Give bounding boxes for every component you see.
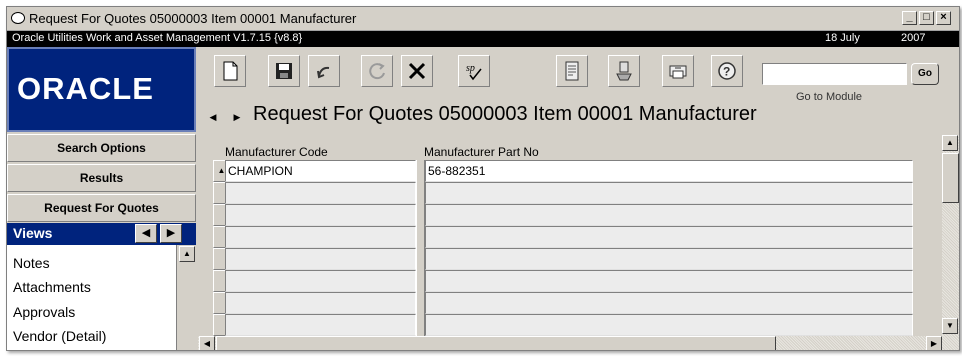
save-icon xyxy=(276,63,292,79)
save-button[interactable] xyxy=(268,55,300,87)
view-item-approvals[interactable]: Approvals xyxy=(13,304,75,320)
undo-icon xyxy=(317,66,330,79)
nav-search-options[interactable]: Search Options xyxy=(7,134,196,162)
column-header-manufacturer-part-no: Manufacturer Part No xyxy=(424,145,539,159)
grid-vertical-scroll-thumb[interactable] xyxy=(942,153,959,203)
routing-icon xyxy=(616,61,632,81)
views-prev-button[interactable]: ◀ xyxy=(135,224,157,243)
help-button[interactable]: ? xyxy=(711,55,743,87)
report-button[interactable] xyxy=(556,55,588,87)
oracle-logo: ORACLE xyxy=(7,47,196,132)
view-item-vendor-detail[interactable]: Vendor (Detail) xyxy=(13,328,106,344)
lookup-button[interactable] xyxy=(416,292,425,314)
delete-button[interactable] xyxy=(401,55,433,87)
refresh-button[interactable] xyxy=(361,55,393,87)
grid-scroll-down-button[interactable]: ▼ xyxy=(942,318,958,334)
logo-text: ORACLE xyxy=(17,71,154,106)
go-button[interactable]: Go xyxy=(911,63,939,85)
spell-check-icon: sp xyxy=(466,63,482,81)
cell-manufacturer-code[interactable] xyxy=(225,226,416,248)
grid-scroll-left-button[interactable]: ◀ xyxy=(199,336,215,350)
cell-manufacturer-code[interactable] xyxy=(225,270,416,292)
column-header-manufacturer-code: Manufacturer Code xyxy=(225,145,328,159)
cell-manufacturer-part-no[interactable] xyxy=(425,248,913,270)
lookup-button[interactable] xyxy=(416,204,425,226)
view-item-notes[interactable]: Notes xyxy=(13,255,50,271)
page-title: Request For Quotes 05000003 Item 00001 M… xyxy=(253,103,757,125)
help-icon: ? xyxy=(718,62,736,80)
cell-manufacturer-code[interactable] xyxy=(225,182,416,204)
cell-manufacturer-part-no[interactable] xyxy=(425,270,913,292)
undo-button[interactable] xyxy=(308,55,340,87)
cell-manufacturer-part-no[interactable] xyxy=(425,182,913,204)
date-day: 18 July xyxy=(825,32,860,44)
svg-text:?: ? xyxy=(723,65,730,79)
routing-button[interactable] xyxy=(608,55,640,87)
go-to-module-label: Go to Module xyxy=(796,91,863,103)
views-next-button[interactable]: ▶ xyxy=(160,224,182,243)
cell-manufacturer-part-no[interactable]: 56-882351 xyxy=(425,160,913,182)
views-scrollbar[interactable]: ▲ xyxy=(178,245,196,350)
view-item-attachments[interactable]: Attachments xyxy=(13,279,91,295)
svg-text:sp: sp xyxy=(466,63,475,74)
close-button[interactable]: × xyxy=(936,11,951,25)
app-window: Request For Quotes 05000003 Item 00001 M… xyxy=(6,6,960,351)
maximize-button[interactable]: □ xyxy=(919,11,934,25)
print-button[interactable] xyxy=(662,55,694,87)
grid-scroll-right-button[interactable]: ▶ xyxy=(926,336,942,350)
cell-manufacturer-code[interactable] xyxy=(225,292,416,314)
nav-request-for-quotes[interactable]: Request For Quotes xyxy=(7,194,196,222)
cell-manufacturer-part-no[interactable] xyxy=(425,204,913,226)
grid-horizontal-scroll-thumb[interactable] xyxy=(216,336,776,350)
report-icon xyxy=(565,61,579,81)
cell-manufacturer-code[interactable]: CHAMPION xyxy=(225,160,416,182)
info-bar: Oracle Utilities Work and Asset Manageme… xyxy=(7,31,959,47)
window-title: Request For Quotes 05000003 Item 00001 M… xyxy=(29,11,357,26)
cell-manufacturer-code[interactable] xyxy=(225,248,416,270)
cell-manufacturer-part-no[interactable] xyxy=(425,226,913,248)
lookup-button[interactable] xyxy=(416,226,425,248)
new-icon xyxy=(223,61,238,81)
print-icon xyxy=(669,65,687,79)
lookup-button[interactable] xyxy=(416,182,425,204)
app-version: Oracle Utilities Work and Asset Manageme… xyxy=(12,32,303,44)
nav-results[interactable]: Results xyxy=(7,164,196,192)
previous-record-button[interactable]: ◀ xyxy=(206,109,220,125)
cell-manufacturer-part-no[interactable] xyxy=(425,314,913,336)
date-year: 2007 xyxy=(901,32,926,44)
views-label: Views xyxy=(13,225,53,241)
lookup-button[interactable] xyxy=(416,160,425,182)
cell-manufacturer-code[interactable] xyxy=(225,204,416,226)
next-record-button[interactable]: ▶ xyxy=(230,109,244,125)
cell-manufacturer-code[interactable] xyxy=(225,314,416,336)
views-list: Notes Attachments Approvals Vendor (Deta… xyxy=(7,245,177,350)
window-icon xyxy=(11,12,25,24)
cell-manufacturer-part-no[interactable] xyxy=(425,292,913,314)
new-button[interactable] xyxy=(214,55,246,87)
go-to-module-input[interactable] xyxy=(762,63,907,85)
lookup-button[interactable] xyxy=(416,270,425,292)
lookup-button[interactable] xyxy=(416,314,425,336)
lookup-button[interactable] xyxy=(416,248,425,270)
views-header: Views ◀ ▶ xyxy=(7,223,196,245)
refresh-icon xyxy=(369,63,385,80)
spell-check-button[interactable]: sp xyxy=(458,55,490,87)
minimize-button[interactable]: _ xyxy=(902,11,917,25)
title-bar: Request For Quotes 05000003 Item 00001 M… xyxy=(7,7,959,31)
grid-scroll-up-button[interactable]: ▲ xyxy=(942,135,958,151)
views-scroll-up-button[interactable]: ▲ xyxy=(179,246,195,262)
delete-icon xyxy=(408,62,426,80)
